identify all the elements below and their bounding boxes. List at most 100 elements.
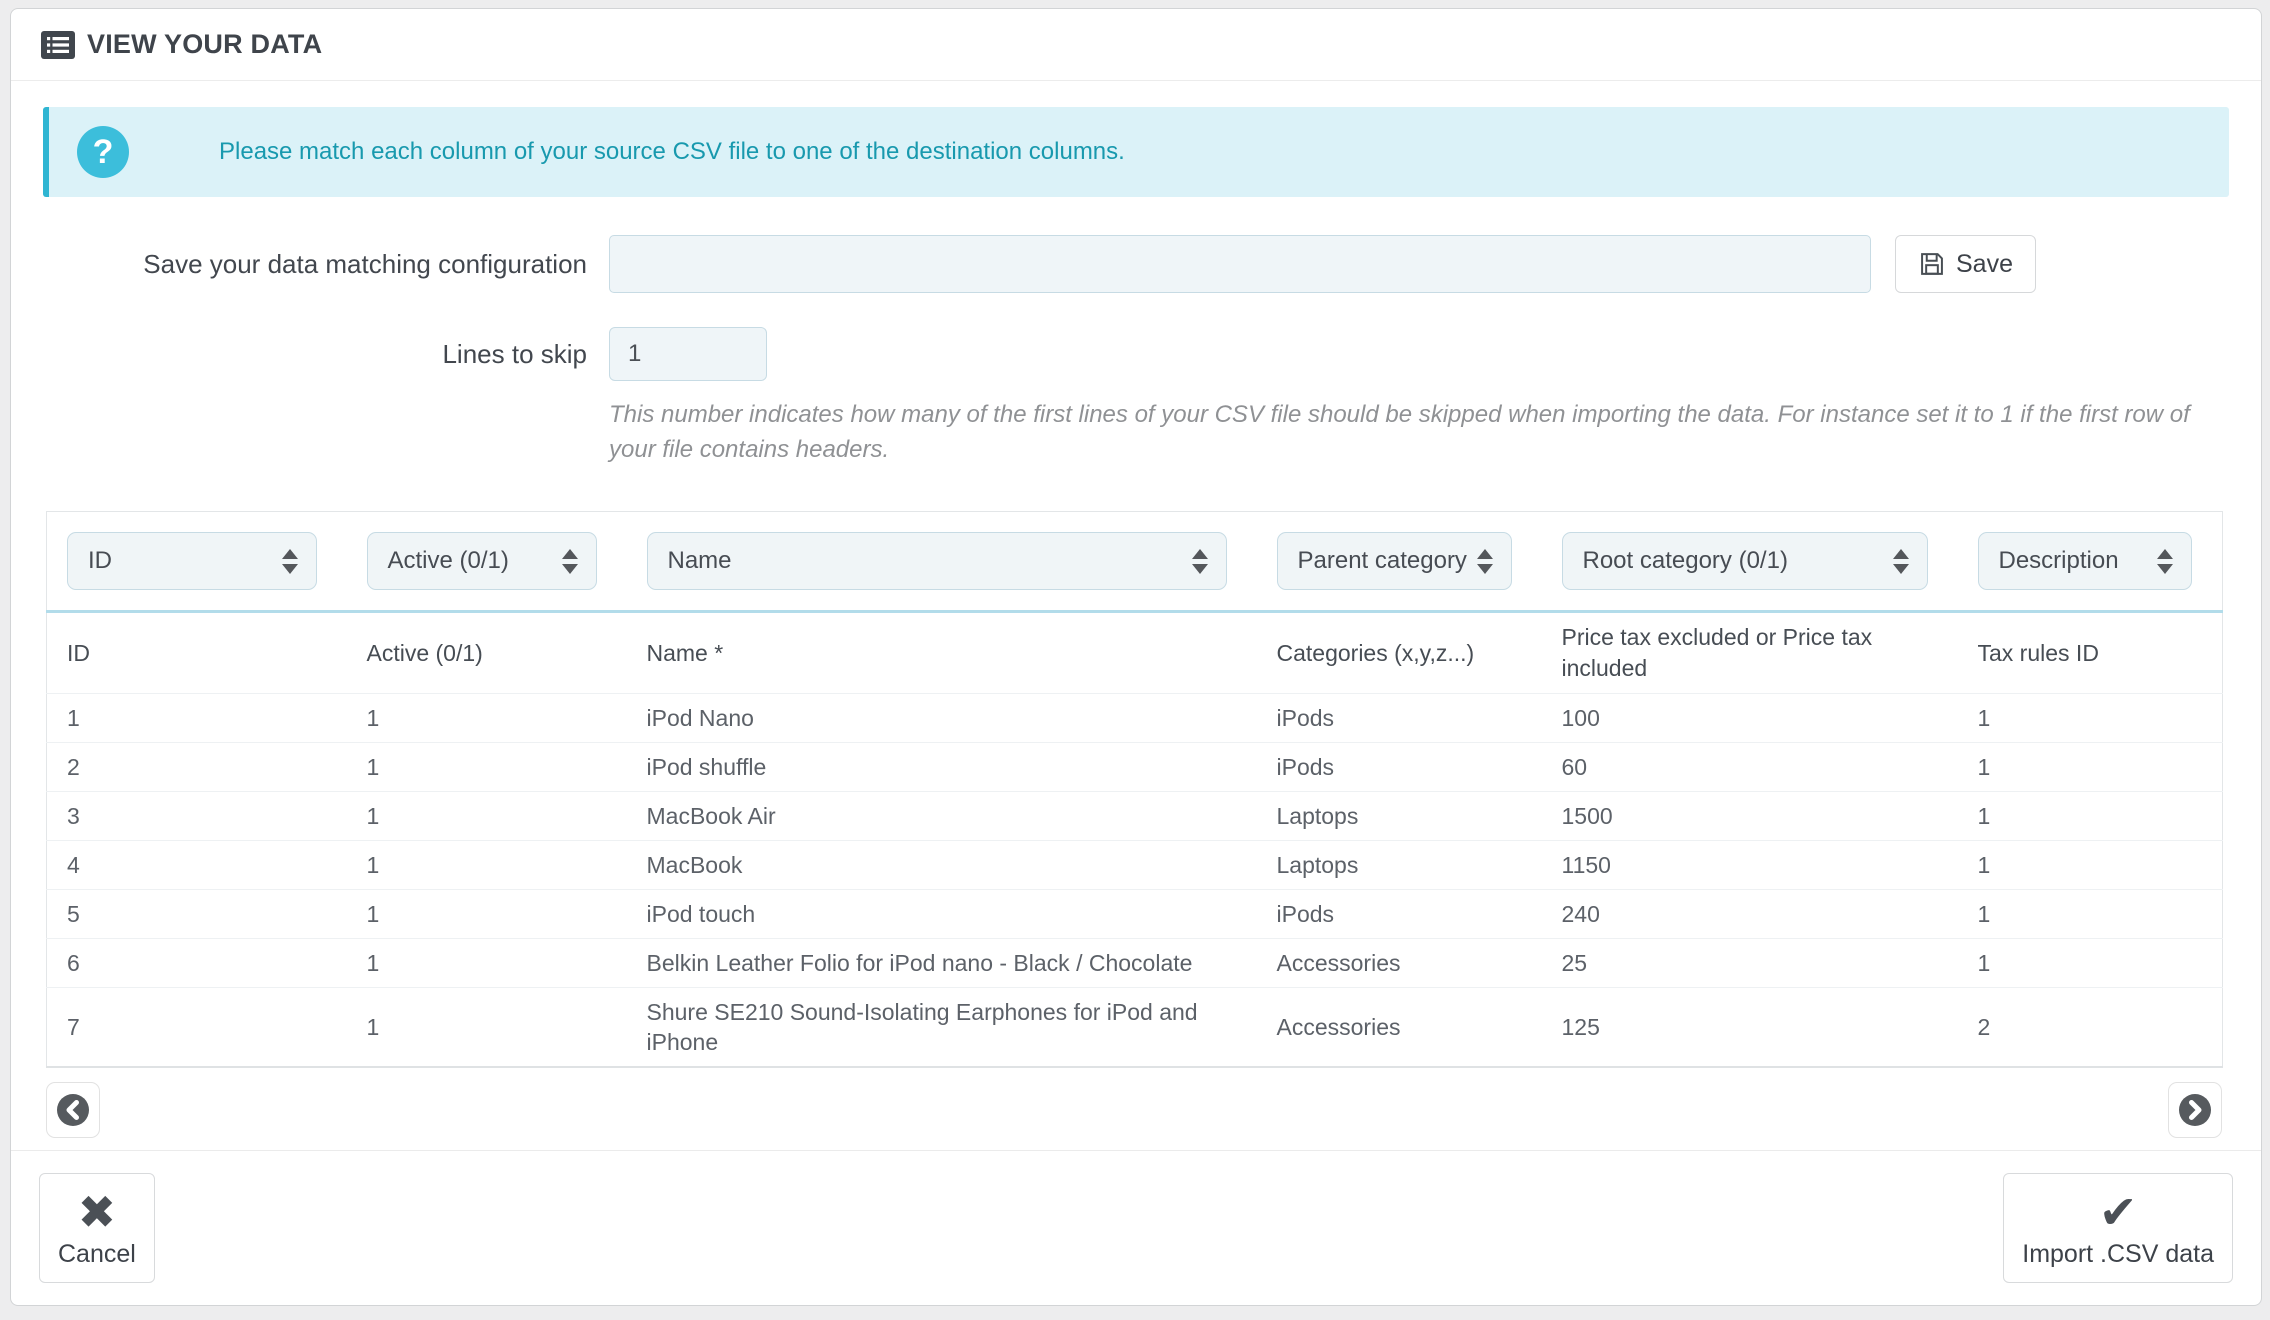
question-icon: ? — [77, 126, 129, 178]
header-active: Active (0/1) — [347, 612, 627, 694]
cell-active: 1 — [347, 743, 627, 792]
column-select-4[interactable]: Parent category — [1277, 532, 1512, 590]
cell-category: iPods — [1257, 890, 1542, 939]
header-categories: Categories (x,y,z...) — [1257, 612, 1542, 694]
cell-category: iPods — [1257, 694, 1542, 743]
cell-name: Shure SE210 Sound-Isolating Earphones fo… — [627, 988, 1257, 1068]
cell-price: 100 — [1542, 694, 1958, 743]
cell-id: 3 — [47, 792, 347, 841]
column-select-1[interactable]: ID — [67, 532, 317, 590]
config-name-label: Save your data matching configuration — [43, 249, 609, 280]
cell-id: 5 — [47, 890, 347, 939]
cancel-button-label: Cancel — [58, 1240, 136, 1269]
lines-to-skip-help: This number indicates how many of the fi… — [609, 397, 2229, 467]
cancel-button[interactable]: ✖ Cancel — [39, 1173, 155, 1283]
save-button-label: Save — [1956, 250, 2013, 279]
chevron-right-icon — [2178, 1093, 2212, 1127]
cell-tax-rules: 1 — [1958, 743, 2223, 792]
cell-id: 1 — [47, 694, 347, 743]
header-price: Price tax excluded or Price tax included — [1542, 612, 1958, 694]
cell-name: iPod Nano — [627, 694, 1257, 743]
column-select-6-value: Description — [1999, 547, 2119, 575]
column-select-2[interactable]: Active (0/1) — [367, 532, 597, 590]
cell-category: Accessories — [1257, 988, 1542, 1068]
lines-to-skip-row: Lines to skip This number indicates how … — [43, 327, 2229, 467]
cell-tax-rules: 1 — [1958, 841, 2223, 890]
table-row: 7 1 Shure SE210 Sound-Isolating Earphone… — [47, 988, 2223, 1068]
column-select-3[interactable]: Name — [647, 532, 1227, 590]
cell-price: 60 — [1542, 743, 1958, 792]
caret-updown-icon — [1893, 549, 1909, 574]
page-title: VIEW YOUR DATA — [87, 29, 322, 60]
column-select-4-value: Parent category — [1298, 547, 1467, 575]
table-row: 2 1 iPod shuffle iPods 60 1 — [47, 743, 2223, 792]
list-icon — [41, 31, 75, 59]
column-mapping-row: ID Active (0/1) Name Parent category Roo… — [47, 512, 2223, 612]
header-id: ID — [47, 612, 347, 694]
chevron-left-icon — [56, 1093, 90, 1127]
cell-name: MacBook Air — [627, 792, 1257, 841]
caret-updown-icon — [562, 549, 578, 574]
cell-name: MacBook — [627, 841, 1257, 890]
prev-page-button[interactable] — [46, 1082, 100, 1138]
cell-price: 125 — [1542, 988, 1958, 1068]
column-select-6[interactable]: Description — [1978, 532, 2193, 590]
header-tax-rules: Tax rules ID — [1958, 612, 2223, 694]
import-csv-button-label: Import .CSV data — [2022, 1240, 2214, 1269]
panel-footer: ✖ Cancel ✔ Import .CSV data — [11, 1150, 2261, 1305]
x-icon: ✖ — [78, 1188, 117, 1236]
table-row: 3 1 MacBook Air Laptops 1500 1 — [47, 792, 2223, 841]
floppy-icon — [1918, 250, 1946, 278]
cell-name: Belkin Leather Folio for iPod nano - Bla… — [627, 939, 1257, 988]
config-name-input[interactable] — [609, 235, 1871, 293]
column-select-5[interactable]: Root category (0/1) — [1562, 532, 1928, 590]
caret-updown-icon — [1477, 549, 1493, 574]
cell-name: iPod touch — [627, 890, 1257, 939]
save-button[interactable]: Save — [1895, 235, 2036, 293]
cell-active: 1 — [347, 890, 627, 939]
cell-active: 1 — [347, 841, 627, 890]
column-select-2-value: Active (0/1) — [388, 547, 509, 575]
cell-id: 7 — [47, 988, 347, 1068]
check-icon: ✔ — [2099, 1188, 2138, 1236]
cell-active: 1 — [347, 694, 627, 743]
cell-active: 1 — [347, 988, 627, 1068]
cell-active: 1 — [347, 792, 627, 841]
cell-category: Accessories — [1257, 939, 1542, 988]
column-select-1-value: ID — [88, 547, 112, 575]
lines-to-skip-label: Lines to skip — [43, 327, 609, 370]
cell-category: Laptops — [1257, 792, 1542, 841]
cell-price: 25 — [1542, 939, 1958, 988]
lines-to-skip-input[interactable] — [609, 327, 767, 381]
caret-updown-icon — [1192, 549, 1208, 574]
import-csv-button[interactable]: ✔ Import .CSV data — [2003, 1173, 2233, 1283]
cell-price: 1150 — [1542, 841, 1958, 890]
view-your-data-panel: VIEW YOUR DATA ? Please match each colum… — [10, 8, 2262, 1306]
cell-tax-rules: 1 — [1958, 792, 2223, 841]
table-row: 5 1 iPod touch iPods 240 1 — [47, 890, 2223, 939]
panel-heading: VIEW YOUR DATA — [11, 9, 2261, 81]
cell-id: 2 — [47, 743, 347, 792]
cell-id: 6 — [47, 939, 347, 988]
cell-tax-rules: 1 — [1958, 939, 2223, 988]
cell-price: 1500 — [1542, 792, 1958, 841]
cell-category: Laptops — [1257, 841, 1542, 890]
cell-active: 1 — [347, 939, 627, 988]
next-page-button[interactable] — [2168, 1082, 2222, 1138]
table-pager — [46, 1082, 2222, 1138]
table-row: 6 1 Belkin Leather Folio for iPod nano -… — [47, 939, 2223, 988]
cell-id: 4 — [47, 841, 347, 890]
cell-tax-rules: 2 — [1958, 988, 2223, 1068]
column-select-5-value: Root category (0/1) — [1583, 547, 1788, 575]
table-row: 4 1 MacBook Laptops 1150 1 — [47, 841, 2223, 890]
save-config-row: Save your data matching configuration Sa… — [43, 235, 2229, 293]
column-select-3-value: Name — [668, 547, 732, 575]
cell-price: 240 — [1542, 890, 1958, 939]
caret-updown-icon — [2157, 549, 2173, 574]
table-row: 1 1 iPod Nano iPods 100 1 — [47, 694, 2223, 743]
info-alert: ? Please match each column of your sourc… — [43, 107, 2229, 197]
alert-text: Please match each column of your source … — [219, 138, 1125, 166]
caret-updown-icon — [282, 549, 298, 574]
cell-tax-rules: 1 — [1958, 694, 2223, 743]
cell-category: iPods — [1257, 743, 1542, 792]
